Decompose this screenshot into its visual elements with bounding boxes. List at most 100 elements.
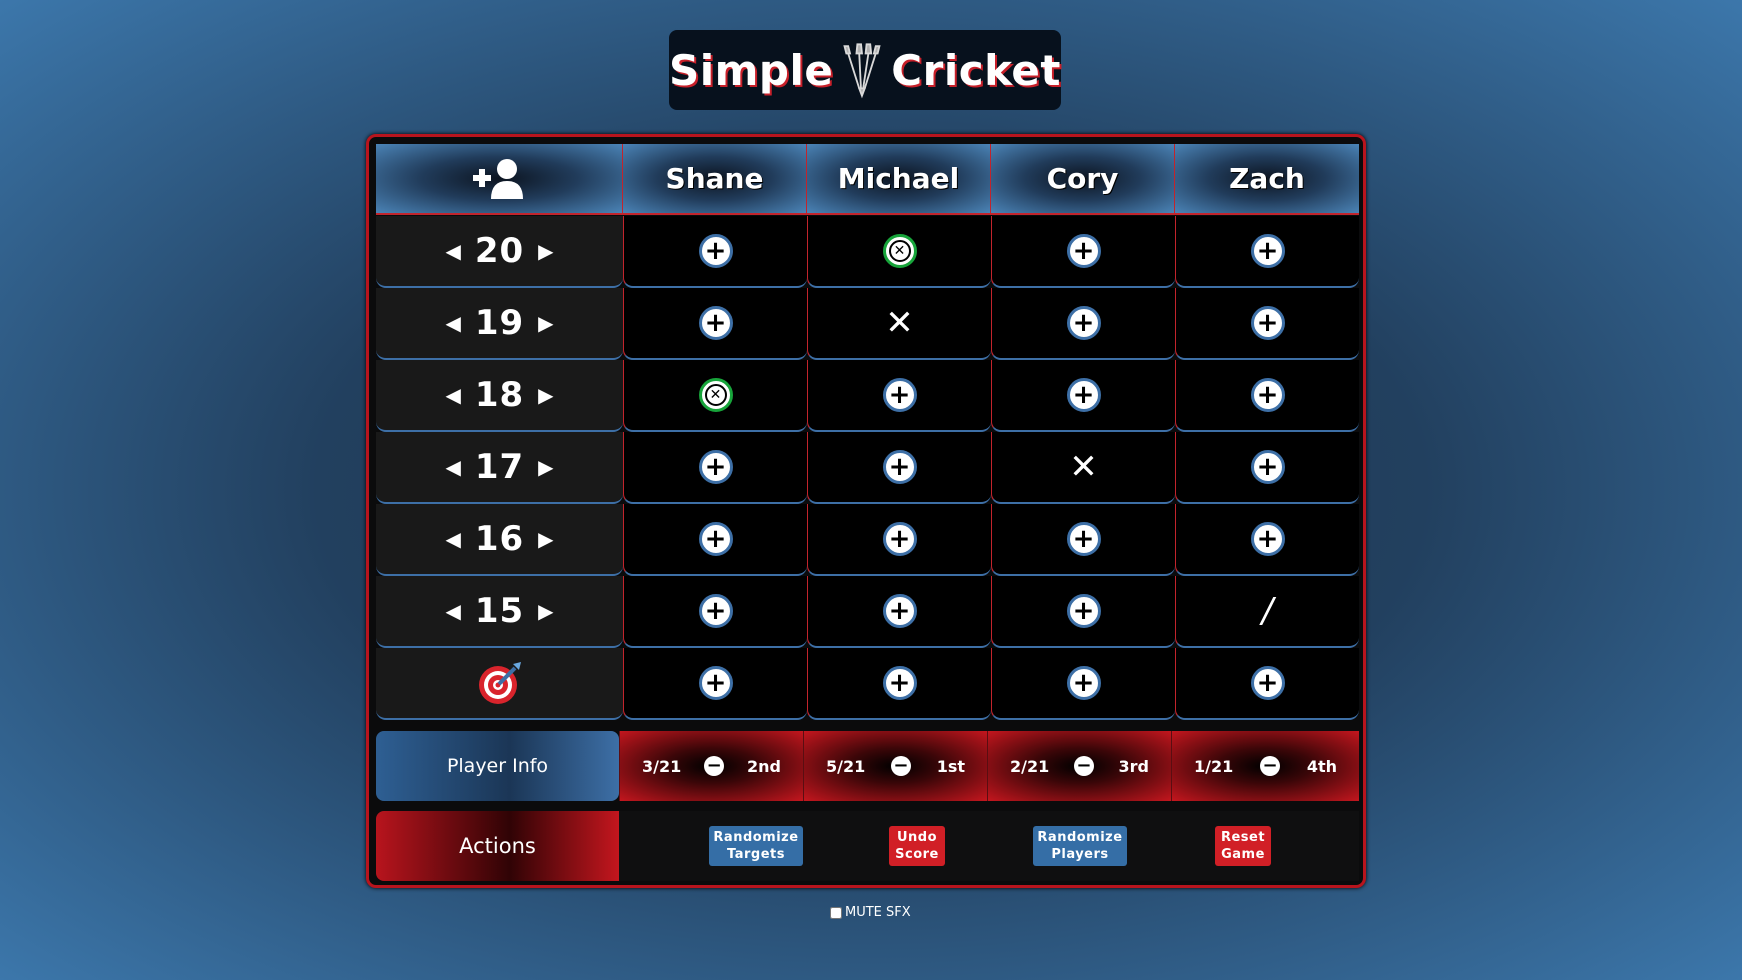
reset-game-button[interactable]: Reset Game — [1215, 826, 1271, 866]
add-mark-button[interactable]: + — [1250, 450, 1285, 484]
one-mark-icon[interactable]: / — [1262, 591, 1273, 631]
mark-cell[interactable]: ✕ — [807, 216, 991, 288]
mark-cell[interactable]: + — [991, 504, 1175, 576]
mark-cell[interactable]: + — [623, 576, 807, 648]
mark-cell[interactable]: + — [807, 504, 991, 576]
mark-cell[interactable]: + — [623, 216, 807, 288]
player-header-zach[interactable]: Zach — [1175, 144, 1359, 215]
prev-target-button[interactable]: ◀ — [445, 239, 460, 263]
player-place: 1st — [936, 756, 965, 776]
player-info-cell: 3/21 − 2nd — [619, 731, 803, 801]
add-mark-button[interactable]: + — [698, 234, 733, 268]
add-mark-button[interactable]: + — [1250, 666, 1285, 700]
target-row-1: ◀ 19 ▶ — [376, 288, 623, 360]
scoreboard: Shane Michael Cory Zach ◀ 20 ▶ + ✕ + + ◀ 19 ▶… — [366, 134, 1366, 888]
add-mark-button[interactable]: + — [1250, 306, 1285, 340]
mark-cell[interactable]: + — [623, 504, 807, 576]
minus-icon[interactable]: − — [1073, 756, 1094, 776]
target-label: 16 — [474, 519, 525, 559]
mark-cell[interactable]: ✕ — [807, 288, 991, 360]
add-mark-button[interactable]: + — [1250, 234, 1285, 268]
add-player-button[interactable] — [376, 144, 623, 215]
add-mark-button[interactable]: + — [882, 450, 917, 484]
add-mark-button[interactable]: + — [882, 522, 917, 556]
player-info-label: Player Info — [376, 731, 619, 801]
add-mark-button[interactable]: + — [698, 522, 733, 556]
randomize-targets-button[interactable]: Randomize Targets — [709, 826, 803, 866]
mark-cell[interactable]: + — [807, 648, 991, 720]
minus-icon[interactable]: − — [1260, 756, 1281, 776]
prev-target-button[interactable]: ◀ — [445, 383, 460, 407]
add-mark-button[interactable]: + — [882, 666, 917, 700]
mark-cell[interactable]: + — [623, 648, 807, 720]
add-mark-button[interactable]: + — [1250, 378, 1285, 412]
mark-cell[interactable]: + — [1175, 360, 1359, 432]
darts-icon — [843, 43, 881, 99]
closed-mark-icon[interactable]: ✕ — [698, 378, 733, 412]
closed-x-icon: ✕ — [888, 240, 911, 262]
target-label: 18 — [474, 375, 525, 415]
mark-cell[interactable]: ✕ — [623, 360, 807, 432]
add-mark-button[interactable]: + — [1066, 378, 1101, 412]
two-marks-icon[interactable]: ✕ — [885, 303, 914, 343]
mark-cell[interactable]: + — [807, 360, 991, 432]
player-info-cell: 1/21 − 4th — [1171, 731, 1359, 801]
target-row-4: ◀ 16 ▶ — [376, 504, 623, 576]
mute-sfx-toggle[interactable]: MUTE SFX — [830, 905, 911, 920]
add-mark-button[interactable]: + — [1066, 522, 1101, 556]
closed-mark-icon[interactable]: ✕ — [882, 234, 917, 268]
player-header-shane[interactable]: Shane — [623, 144, 807, 215]
add-mark-button[interactable]: + — [882, 378, 917, 412]
prev-target-button[interactable]: ◀ — [445, 311, 460, 335]
minus-icon[interactable]: − — [890, 756, 911, 776]
add-mark-button[interactable]: + — [1066, 234, 1101, 268]
mark-cell[interactable]: + — [623, 432, 807, 504]
target-row-3: ◀ 17 ▶ — [376, 432, 623, 504]
mark-cell[interactable]: + — [807, 432, 991, 504]
mark-cell[interactable]: + — [1175, 432, 1359, 504]
add-mark-button[interactable]: + — [698, 594, 733, 628]
randomize-players-button[interactable]: Randomize Players — [1033, 826, 1127, 866]
add-mark-button[interactable]: + — [1250, 522, 1285, 556]
undo-score-button[interactable]: Undo Score — [889, 826, 945, 866]
prev-target-button[interactable]: ◀ — [445, 455, 460, 479]
next-target-button[interactable]: ▶ — [538, 527, 553, 551]
target-label: 20 — [474, 231, 525, 271]
mark-cell[interactable]: + — [1175, 288, 1359, 360]
button-line-2: Targets — [727, 847, 785, 862]
next-target-button[interactable]: ▶ — [538, 455, 553, 479]
mark-cell[interactable]: + — [1175, 504, 1359, 576]
prev-target-button[interactable]: ◀ — [445, 527, 460, 551]
player-header-cory[interactable]: Cory — [991, 144, 1175, 215]
prev-target-button[interactable]: ◀ — [445, 599, 460, 623]
add-mark-button[interactable]: + — [1066, 666, 1101, 700]
add-mark-button[interactable]: + — [698, 306, 733, 340]
target-row-2: ◀ 18 ▶ — [376, 360, 623, 432]
two-marks-icon[interactable]: ✕ — [1069, 447, 1098, 487]
next-target-button[interactable]: ▶ — [538, 383, 553, 407]
add-mark-button[interactable]: + — [1066, 306, 1101, 340]
player-header-michael[interactable]: Michael — [807, 144, 991, 215]
next-target-button[interactable]: ▶ — [538, 599, 553, 623]
mark-cell[interactable]: + — [991, 360, 1175, 432]
next-target-button[interactable]: ▶ — [538, 311, 553, 335]
mark-cell[interactable]: + — [991, 648, 1175, 720]
mark-cell[interactable]: / — [1175, 576, 1359, 648]
mark-cell[interactable]: + — [991, 288, 1175, 360]
mark-cell[interactable]: + — [623, 288, 807, 360]
mark-cell[interactable]: + — [1175, 648, 1359, 720]
button-line-1: Undo — [896, 830, 938, 845]
mark-cell[interactable]: + — [991, 216, 1175, 288]
next-target-button[interactable]: ▶ — [538, 239, 553, 263]
add-mark-button[interactable]: + — [882, 594, 917, 628]
mark-cell[interactable]: ✕ — [991, 432, 1175, 504]
add-mark-button[interactable]: + — [1066, 594, 1101, 628]
minus-icon[interactable]: − — [704, 756, 725, 776]
mark-cell[interactable]: + — [807, 576, 991, 648]
add-mark-button[interactable]: + — [698, 666, 733, 700]
mark-cell[interactable]: + — [991, 576, 1175, 648]
mute-sfx-checkbox[interactable] — [830, 906, 842, 919]
bullseye-icon[interactable] — [477, 660, 523, 706]
add-mark-button[interactable]: + — [698, 450, 733, 484]
mark-cell[interactable]: + — [1175, 216, 1359, 288]
